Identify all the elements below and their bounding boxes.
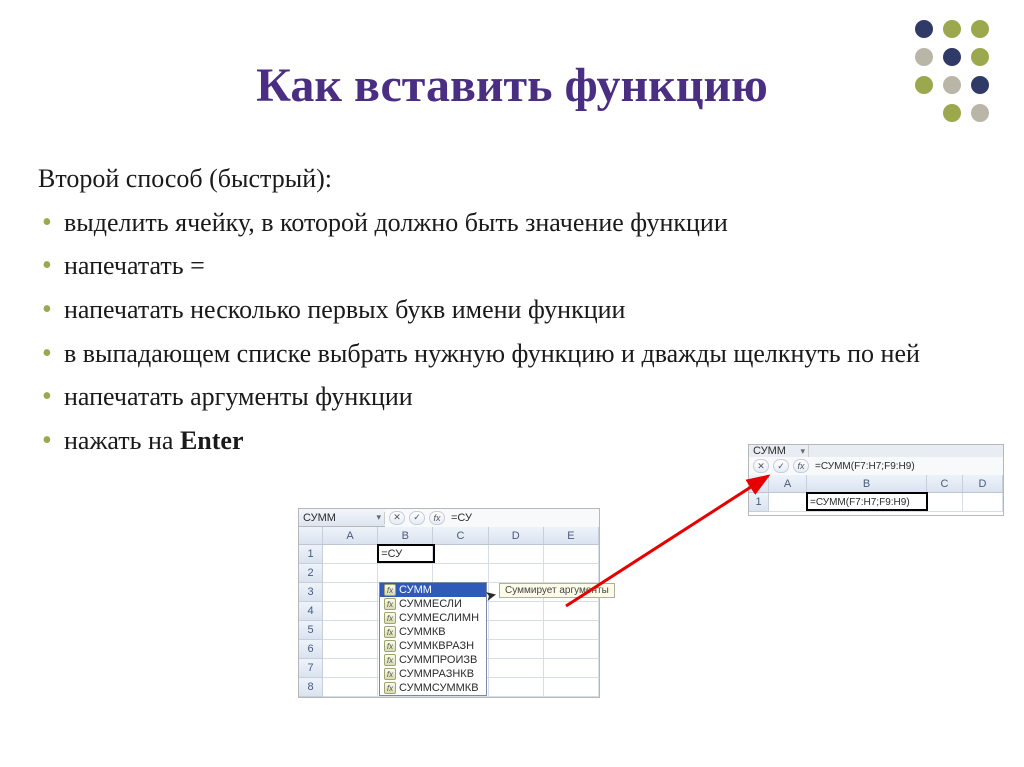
function-autocomplete-dropdown[interactable]: fxСУММ fxСУММЕСЛИ fxСУММЕСЛИМН fxСУММКВ …: [379, 582, 487, 696]
fx-icon[interactable]: fx: [429, 511, 445, 525]
spreadsheet-grid[interactable]: 1=СУ 2 3 4 5 6 7 8 fxСУММ fxСУММЕСЛИ fxС…: [299, 545, 599, 697]
dropdown-item[interactable]: fxСУММКВ: [380, 625, 486, 639]
column-headers: A B C D E: [299, 527, 599, 545]
dropdown-item[interactable]: fxСУММРАЗНКВ: [380, 667, 486, 681]
dropdown-item-summ[interactable]: fxСУММ: [380, 583, 486, 597]
excel-screenshot-formula: СУММ▾ ✕ ✓ fx =СУММ(F7:H7;F9:H9) A B C D …: [748, 444, 1004, 516]
cancel-icon[interactable]: ✕: [753, 459, 769, 473]
formula-bar[interactable]: ✕ ✓ fx =СУММ(F7:H7;F9:H9): [749, 457, 1003, 475]
formula-bar-text: =СУ: [451, 512, 472, 524]
bullet-4: в выпадающем списке выбрать нужную функц…: [38, 335, 986, 373]
slide-content: Второй способ (быстрый): выделить ячейку…: [38, 160, 986, 466]
subtitle: Второй способ (быстрый):: [38, 160, 986, 198]
confirm-icon[interactable]: ✓: [773, 459, 789, 473]
confirm-icon[interactable]: ✓: [409, 511, 425, 525]
formula-bar-text: =СУММ(F7:H7;F9:H9): [815, 461, 915, 472]
formula-bar[interactable]: ✕ ✓ fx =СУ: [385, 509, 599, 527]
function-tooltip: Суммирует аргументы: [499, 583, 615, 598]
bullet-1: выделить ячейку, в которой должно быть з…: [38, 204, 986, 242]
name-box[interactable]: СУММ▾: [299, 512, 385, 524]
dropdown-item[interactable]: fxСУММПРОИЗВ: [380, 653, 486, 667]
dropdown-item[interactable]: fxСУММЕСЛИ: [380, 597, 486, 611]
excel-screenshot-autocomplete: СУММ▾ ✕ ✓ fx =СУ A B C D E 1=СУ 2 3 4 5 …: [298, 508, 600, 698]
cancel-icon[interactable]: ✕: [389, 511, 405, 525]
cell-b1[interactable]: =СУММ(F7:H7;F9:H9): [807, 493, 927, 512]
column-headers: A B C D: [749, 475, 1003, 493]
bullet-5: напечатать аргументы функции: [38, 378, 986, 416]
fx-icon[interactable]: fx: [793, 459, 809, 473]
slide-title: Как вставить функцию: [0, 58, 1024, 113]
bullet-3: напечатать несколько первых букв имени ф…: [38, 291, 986, 329]
dropdown-item[interactable]: fxСУММСУММКВ: [380, 681, 486, 695]
spreadsheet-grid[interactable]: 1 =СУММ(F7:H7;F9:H9): [749, 493, 1003, 515]
cell-b1[interactable]: =СУ: [378, 545, 433, 564]
dropdown-item[interactable]: fxСУММКВРАЗН: [380, 639, 486, 653]
dropdown-item[interactable]: fxСУММЕСЛИМН: [380, 611, 486, 625]
bullet-2: напечатать =: [38, 247, 986, 285]
name-box[interactable]: СУММ▾: [749, 445, 809, 457]
